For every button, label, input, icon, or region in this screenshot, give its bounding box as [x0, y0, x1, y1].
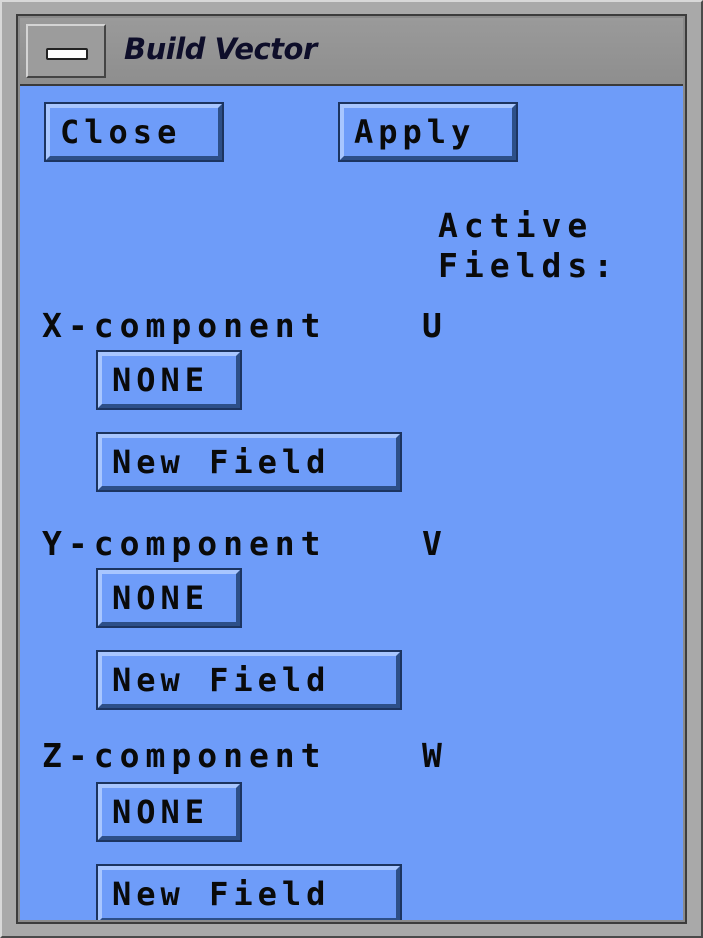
main-panel: Close Apply Active Fields: X-component U… [20, 86, 683, 920]
window-menu-button[interactable] [26, 24, 106, 78]
title-bar[interactable]: Build Vector [20, 18, 683, 86]
x-none-button[interactable]: NONE [96, 350, 242, 410]
x-new-field-button[interactable]: New Field [96, 432, 402, 492]
active-fields-heading-line2: Fields: [438, 246, 620, 285]
z-new-field-button[interactable]: New Field [96, 864, 402, 920]
z-component-label: Z-component [42, 736, 327, 775]
window-menu-icon [46, 48, 88, 60]
y-new-field-button[interactable]: New Field [96, 650, 402, 710]
z-active-field: W [422, 736, 448, 775]
build-vector-window: Build Vector Close Apply Active Fields: … [0, 0, 703, 938]
apply-button[interactable]: Apply [338, 102, 518, 162]
x-active-field: U [422, 306, 448, 345]
y-active-field: V [422, 524, 448, 563]
x-component-label: X-component [42, 306, 327, 345]
y-none-button[interactable]: NONE [96, 568, 242, 628]
window-title: Build Vector [124, 32, 317, 66]
window-frame: Build Vector Close Apply Active Fields: … [16, 14, 687, 924]
close-button[interactable]: Close [44, 102, 224, 162]
y-component-label: Y-component [42, 524, 327, 563]
active-fields-heading-line1: Active [438, 206, 594, 245]
z-none-button[interactable]: NONE [96, 782, 242, 842]
